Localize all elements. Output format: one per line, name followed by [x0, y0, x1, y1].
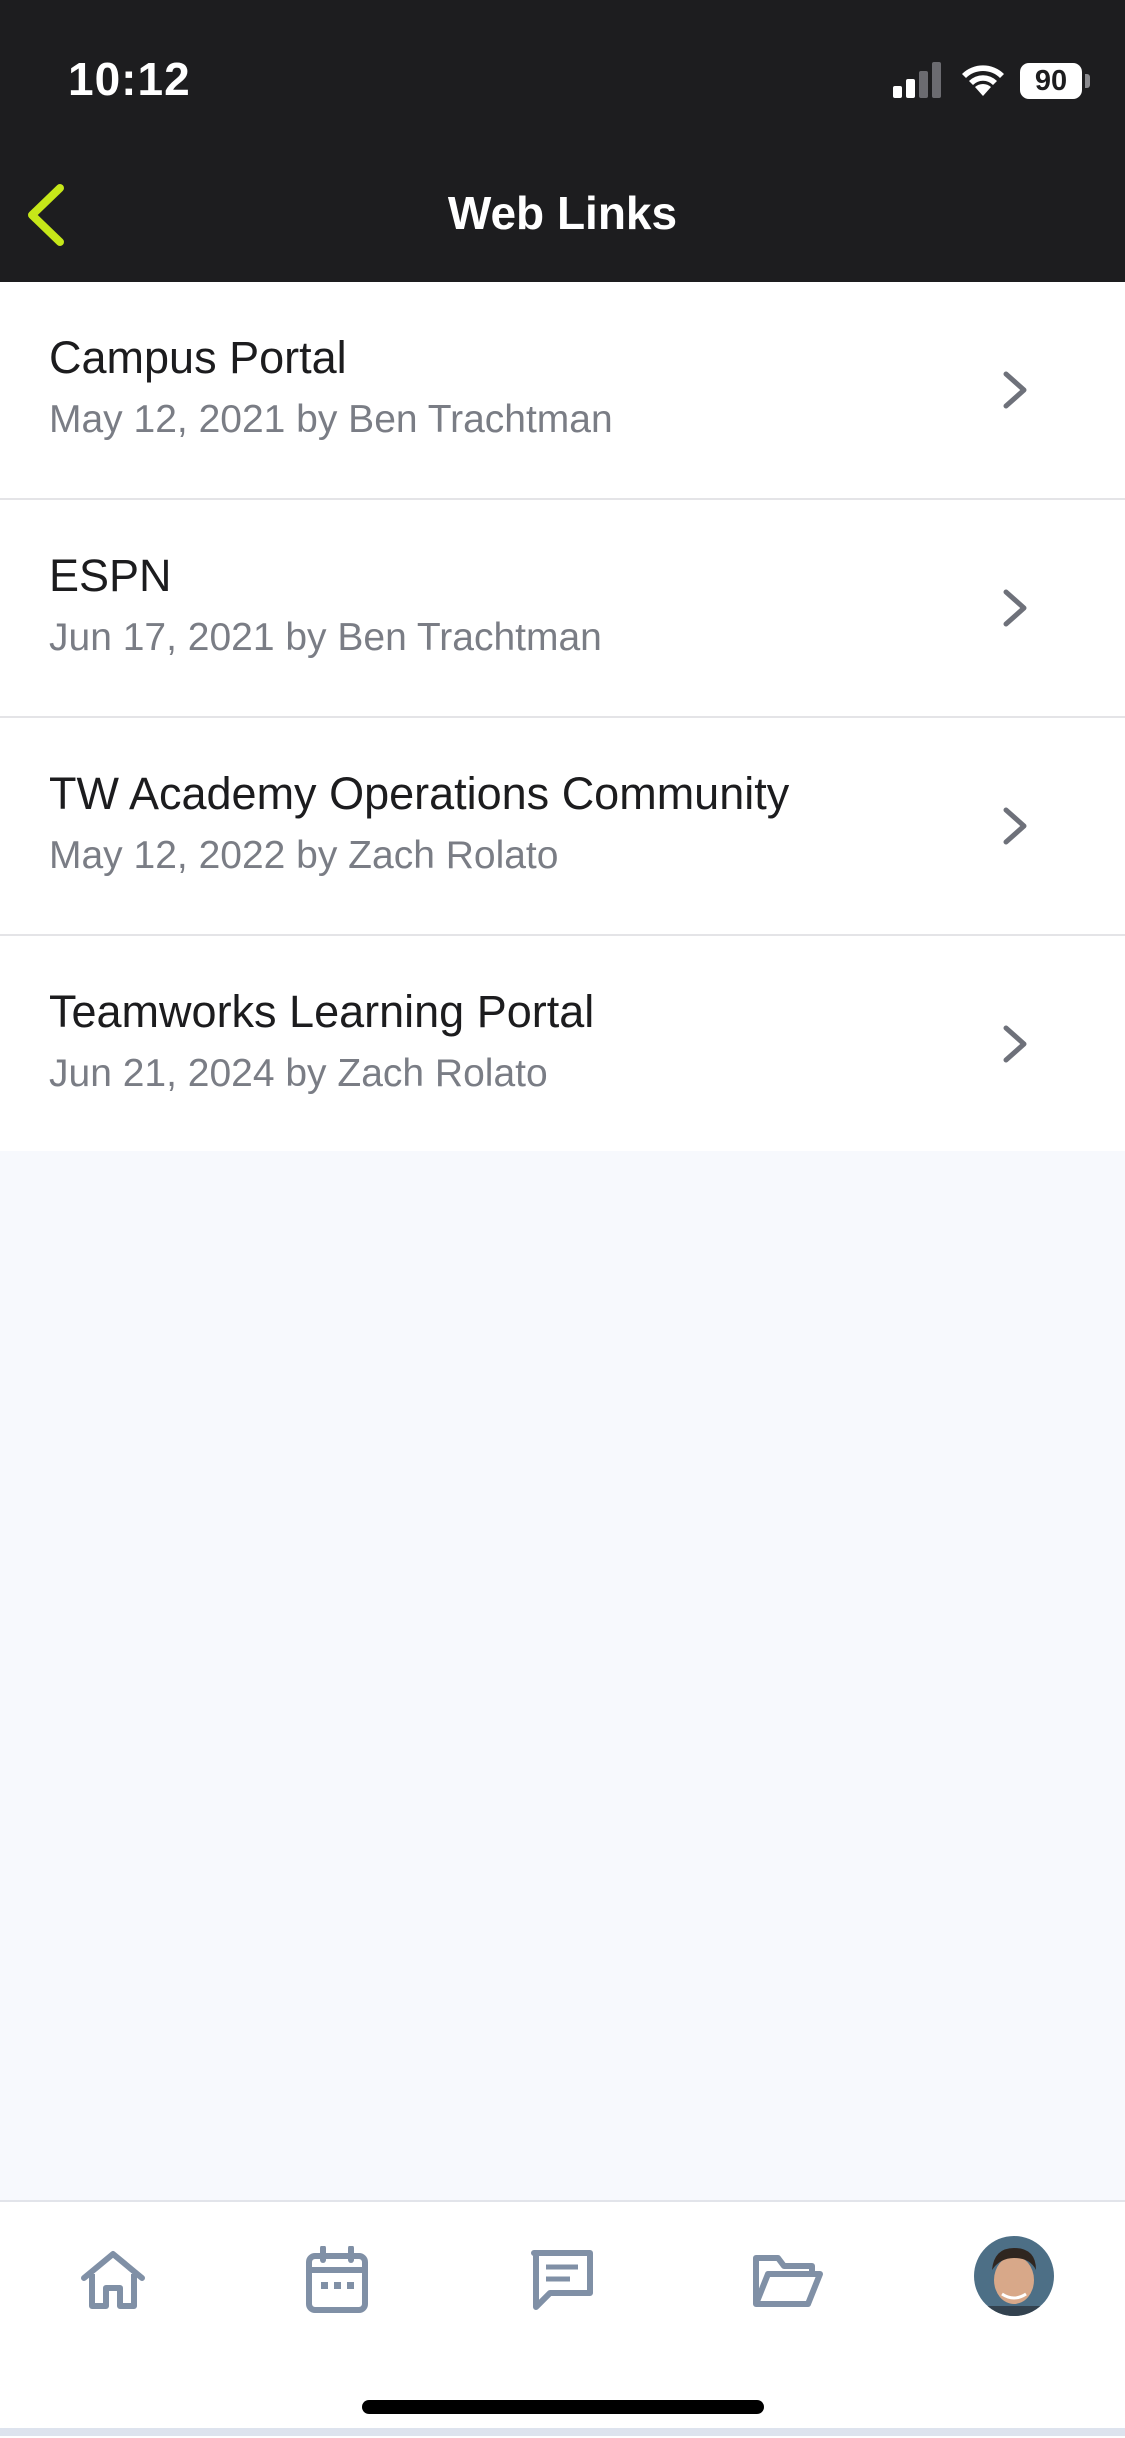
tab-messages[interactable] [522, 2240, 602, 2320]
status-bar: 10:12 90 [0, 0, 1125, 150]
list-item[interactable]: ESPN Jun 17, 2021 by Ben Trachtman [0, 500, 1125, 718]
cellular-signal-icon [893, 62, 941, 98]
home-indicator [362, 2400, 764, 2414]
tab-files[interactable] [748, 2240, 828, 2320]
chevron-right-icon [1003, 1025, 1027, 1063]
avatar-image [974, 2236, 1054, 2316]
tab-calendar[interactable] [297, 2240, 377, 2320]
battery-indicator: 90 [1020, 63, 1082, 99]
status-time: 10:12 [68, 53, 191, 105]
bottom-edge [0, 2428, 1125, 2436]
home-icon [81, 2251, 145, 2309]
link-meta: May 12, 2021 by Ben Trachtman [49, 398, 613, 441]
web-links-list: Campus Portal May 12, 2021 by Ben Tracht… [0, 282, 1125, 1151]
link-meta: Jun 17, 2021 by Ben Trachtman [49, 616, 602, 659]
link-meta: Jun 21, 2024 by Zach Rolato [49, 1052, 548, 1095]
link-title: Teamworks Learning Portal [49, 986, 595, 1037]
list-item[interactable]: Campus Portal May 12, 2021 by Ben Tracht… [0, 282, 1125, 500]
page-title: Web Links [447, 187, 678, 239]
chevron-right-icon [1003, 807, 1027, 845]
link-meta: May 12, 2022 by Zach Rolato [49, 834, 559, 877]
link-title: ESPN [49, 550, 172, 601]
messages-icon [531, 2250, 593, 2310]
profile-avatar[interactable] [974, 2236, 1054, 2316]
folder-icon [753, 2255, 823, 2307]
tab-home[interactable] [73, 2240, 153, 2320]
battery-tip [1085, 74, 1090, 88]
wifi-icon [962, 65, 1004, 96]
chevron-right-icon [1003, 371, 1027, 409]
calendar-icon [306, 2246, 368, 2313]
list-item[interactable]: Teamworks Learning Portal Jun 21, 2024 b… [0, 936, 1125, 1151]
chevron-right-icon [1003, 589, 1027, 627]
navigation-bar: Web Links [0, 150, 1125, 282]
link-title: Campus Portal [49, 332, 347, 383]
tab-bar [0, 2200, 1125, 2438]
link-title: TW Academy Operations Community [49, 768, 790, 819]
list-item[interactable]: TW Academy Operations Community May 12, … [0, 718, 1125, 936]
